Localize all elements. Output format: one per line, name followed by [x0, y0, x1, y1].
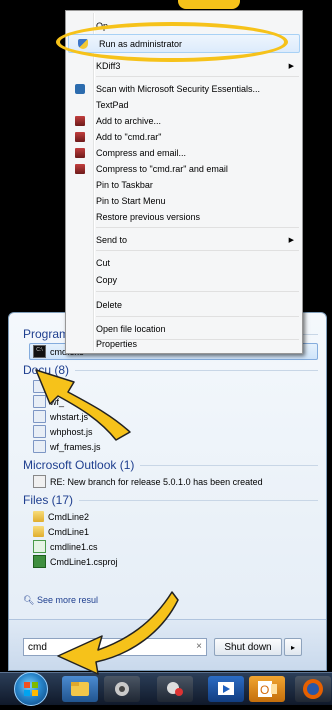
menu-item-compress-and-email[interactable]: Compress and email...: [66, 144, 302, 161]
remote-desktop-icon[interactable]: [208, 676, 244, 702]
csharp-file-icon: [33, 540, 46, 553]
media-icon[interactable]: [104, 676, 140, 702]
list-item[interactable]: CmdLine1.csproj: [23, 554, 318, 569]
menu-item-send-to[interactable]: Send to ▶: [66, 231, 302, 248]
mail-icon: [33, 475, 46, 488]
annotation-stroke: [178, 0, 240, 9]
files-header[interactable]: Files (17): [23, 493, 318, 507]
list-item[interactable]: CmdLine1: [23, 524, 318, 539]
winrar-icon: [75, 147, 85, 158]
svg-text:O: O: [260, 683, 269, 697]
command-prompt-icon: C:\: [33, 345, 46, 358]
submenu-arrow-icon: ▶: [288, 62, 294, 70]
annotation-arrow-icon: [57, 591, 179, 675]
menu-item-pin-to-taskbar[interactable]: Pin to Taskbar: [66, 176, 302, 193]
csproj-file-icon: [33, 555, 46, 568]
menu-item-add-to-cmd-rar[interactable]: Add to "cmd.rar": [66, 128, 302, 145]
list-item[interactable]: cmdline1.cs: [23, 539, 318, 554]
menu-item-textpad[interactable]: TextPad: [66, 96, 302, 113]
context-menu: Op Run as administrator KDiff3 ▶ Scan wi…: [65, 10, 303, 354]
uac-shield-icon: [78, 38, 88, 49]
folder-icon: [33, 526, 44, 537]
menu-item-run-as-administrator[interactable]: Run as administrator: [68, 34, 300, 53]
search-icon: 🔍︎: [23, 595, 35, 605]
outlook-header[interactable]: Microsoft Outlook (1): [23, 458, 318, 472]
shutdown-button[interactable]: Shut down: [214, 638, 282, 656]
firefox-icon[interactable]: [295, 676, 331, 702]
folder-icon: [33, 511, 44, 522]
menu-item-pin-to-start-menu[interactable]: Pin to Start Menu: [66, 192, 302, 209]
menu-item-properties[interactable]: Properties: [66, 335, 302, 352]
annotation-arrow-icon: [35, 369, 131, 441]
menu-item-scan-security-essentials[interactable]: Scan with Microsoft Security Essentials.…: [66, 80, 302, 97]
paint-icon[interactable]: [157, 676, 193, 702]
list-item[interactable]: RE: New branch for release 5.0.1.0 has b…: [23, 474, 318, 489]
shutdown-options-button[interactable]: ▸: [284, 638, 302, 656]
submenu-arrow-icon: ▶: [288, 236, 294, 244]
menu-item-cut[interactable]: Cut: [66, 254, 302, 271]
explorer-icon[interactable]: [62, 676, 98, 702]
menu-item-open[interactable]: Op: [66, 17, 302, 34]
winrar-icon: [75, 131, 85, 142]
menu-item-compress-to-cmd-rar-email[interactable]: Compress to "cmd.rar" and email: [66, 160, 302, 177]
list-item[interactable]: CmdLine2: [23, 509, 318, 524]
security-essentials-icon: [75, 83, 85, 94]
winrar-icon: [75, 163, 85, 174]
menu-item-delete[interactable]: Delete: [66, 296, 302, 313]
outlook-icon[interactable]: O: [249, 676, 285, 702]
start-orb-icon[interactable]: [14, 672, 48, 706]
taskbar: O: [0, 672, 332, 706]
clear-search-button[interactable]: ×: [196, 641, 202, 652]
menu-item-add-to-archive[interactable]: Add to archive...: [66, 112, 302, 129]
winrar-icon: [75, 115, 85, 126]
menu-item-kdiff3[interactable]: KDiff3 ▶: [66, 57, 302, 74]
menu-item-restore-previous-versions[interactable]: Restore previous versions: [66, 208, 302, 225]
menu-item-copy[interactable]: Copy: [66, 271, 302, 288]
